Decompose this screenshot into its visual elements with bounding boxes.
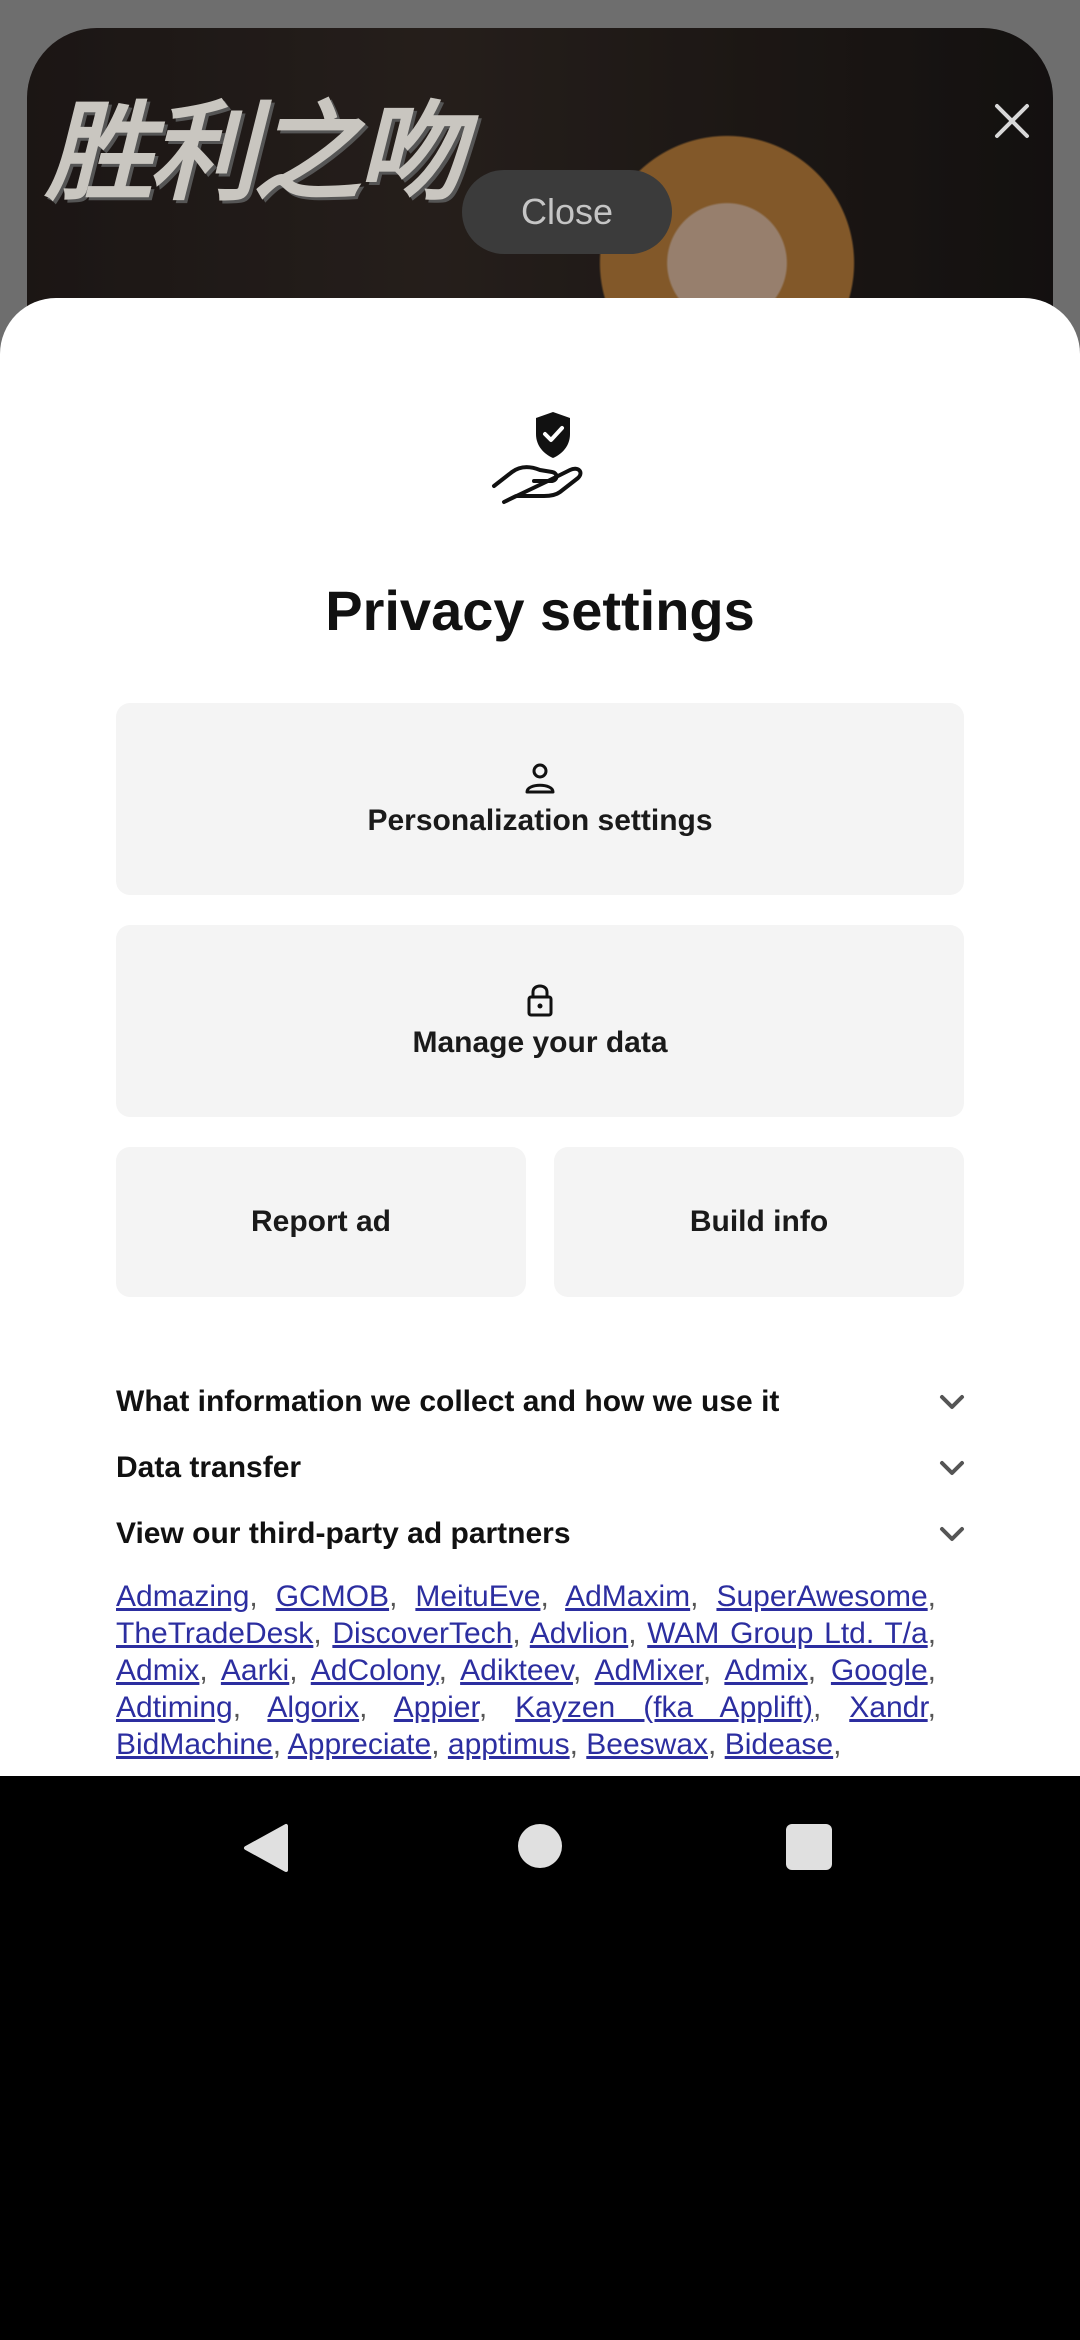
partner-separator: , xyxy=(512,1617,530,1650)
partner-separator: , xyxy=(313,1617,333,1650)
partner-separator: , xyxy=(540,1580,566,1613)
build-info-button[interactable]: Build info xyxy=(554,1147,964,1297)
ad-close-button[interactable]: Close xyxy=(462,170,672,254)
report-ad-label: Report ad xyxy=(250,1205,391,1238)
partner-separator: , xyxy=(812,1691,850,1724)
partner-separator: , xyxy=(927,1691,937,1724)
close-x-icon[interactable] xyxy=(987,96,1037,146)
partner-separator: , xyxy=(249,1580,276,1613)
personalization-settings-label: Personalization settings xyxy=(367,804,713,837)
partner-link[interactable]: AdMixer xyxy=(594,1654,702,1687)
partner-separator: , xyxy=(359,1691,394,1724)
partner-link[interactable]: Beeswax xyxy=(586,1728,708,1761)
partner-link[interactable]: Appier xyxy=(394,1691,479,1724)
partner-separator: , xyxy=(927,1617,937,1650)
recents-square-icon[interactable] xyxy=(786,1824,832,1870)
partner-separator: , xyxy=(690,1580,717,1613)
back-triangle-icon[interactable] xyxy=(240,1822,290,1874)
manage-your-data-button[interactable]: Manage your data xyxy=(116,925,964,1117)
partner-separator: , xyxy=(272,1728,288,1761)
partner-link[interactable]: Google xyxy=(831,1654,928,1687)
partner-separator: , xyxy=(289,1654,311,1687)
partner-separator: , xyxy=(199,1654,221,1687)
personalization-settings-button[interactable]: Personalization settings xyxy=(116,703,964,895)
partner-separator: , xyxy=(438,1654,461,1687)
partner-links-list: Admazing, GCMOB, MeituEve, AdMaxim, Supe… xyxy=(116,1578,936,1763)
ad-logo: 胜利之吻 xyxy=(45,91,465,216)
page-title: Privacy settings xyxy=(325,579,755,642)
partner-separator: , xyxy=(389,1580,416,1613)
build-info-label: Build info xyxy=(689,1205,829,1238)
partner-separator: , xyxy=(628,1617,648,1650)
partner-link[interactable]: Bidease xyxy=(725,1728,833,1761)
chevron-down-icon xyxy=(940,1395,964,1409)
partner-separator: , xyxy=(927,1654,936,1687)
accordion-label: Data transfer xyxy=(116,1451,302,1484)
partner-link[interactable]: TheTradeDesk xyxy=(116,1617,313,1650)
accordion-ad-partners[interactable]: View our third-party ad partners xyxy=(116,1504,966,1564)
partner-link[interactable]: DiscoverTech xyxy=(332,1617,512,1650)
system-nav-bar xyxy=(0,1776,1080,1916)
partner-link[interactable]: BidMachine xyxy=(116,1728,273,1761)
privacy-sheet: Privacy settings Personalization setting… xyxy=(0,298,1080,1776)
accordion-label: View our third-party ad partners xyxy=(116,1517,571,1550)
partner-link[interactable]: Admix xyxy=(724,1654,807,1687)
partner-link[interactable]: Admazing xyxy=(116,1580,249,1613)
partner-link[interactable]: GCMOB xyxy=(276,1580,389,1613)
partner-link[interactable]: WAM Group Ltd. T/a xyxy=(647,1617,927,1650)
partner-separator: , xyxy=(708,1728,725,1761)
partner-separator: , xyxy=(927,1580,937,1613)
partner-separator: , xyxy=(569,1728,587,1761)
partner-link[interactable]: Admix xyxy=(116,1654,199,1687)
partner-separator: , xyxy=(232,1691,268,1724)
home-circle-icon[interactable] xyxy=(518,1824,562,1868)
manage-your-data-label: Manage your data xyxy=(412,1026,668,1059)
partner-separator: , xyxy=(702,1654,725,1687)
chevron-down-icon xyxy=(940,1461,964,1475)
partner-link[interactable]: Advlion xyxy=(530,1617,628,1650)
partner-separator: , xyxy=(431,1728,448,1761)
partner-link[interactable]: MeituEve xyxy=(415,1580,540,1613)
person-icon xyxy=(525,763,555,794)
partner-link[interactable]: Adikteev xyxy=(460,1654,573,1687)
chevron-down-icon xyxy=(940,1527,964,1541)
partner-link[interactable]: apptimus xyxy=(448,1728,570,1761)
partner-separator: , xyxy=(572,1654,595,1687)
accordion-label: What information we collect and how we u… xyxy=(116,1385,780,1418)
partner-separator: , xyxy=(833,1728,842,1761)
partner-separator: , xyxy=(478,1691,516,1724)
privacy-shield-hand-icon xyxy=(492,412,583,504)
partner-link[interactable]: AdMaxim xyxy=(565,1580,690,1613)
partner-link[interactable]: Aarki xyxy=(221,1654,289,1687)
partner-link[interactable]: Algorix xyxy=(267,1691,359,1724)
partner-link[interactable]: Xandr xyxy=(849,1691,927,1724)
accordion-data-transfer[interactable]: Data transfer xyxy=(116,1438,966,1498)
accordion-collect-info[interactable]: What information we collect and how we u… xyxy=(116,1372,966,1432)
partner-separator: , xyxy=(807,1654,831,1687)
partner-link[interactable]: Appreciate xyxy=(288,1728,431,1761)
partner-link[interactable]: Adtiming xyxy=(116,1691,233,1724)
lock-icon xyxy=(527,984,553,1017)
report-ad-button[interactable]: Report ad xyxy=(116,1147,526,1297)
partner-link[interactable]: SuperAwesome xyxy=(716,1580,927,1613)
partner-link[interactable]: Kayzen (fka Applift) xyxy=(515,1691,813,1724)
partner-link[interactable]: AdColony xyxy=(311,1654,439,1687)
